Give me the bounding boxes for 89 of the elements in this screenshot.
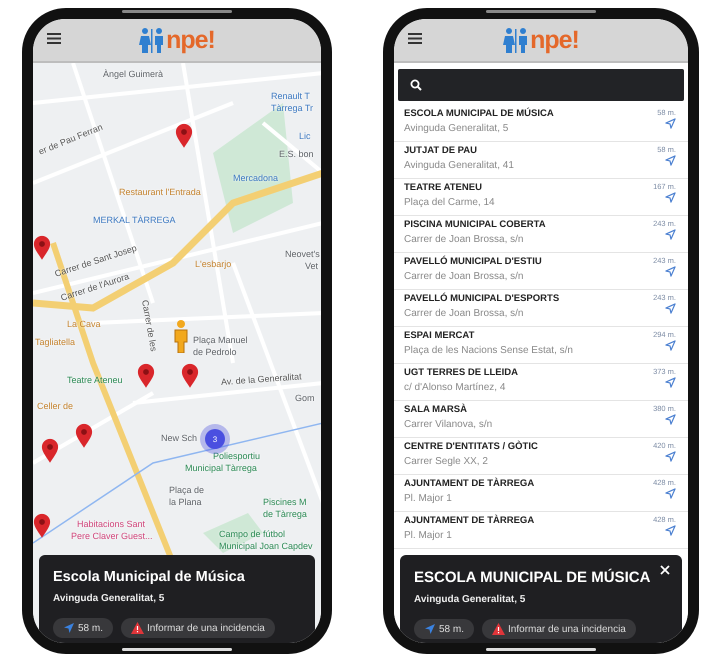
place-address: Avinguda Generalitat, 5 (404, 123, 510, 134)
navigation-icon (665, 525, 676, 536)
map-label: de Tàrrega (263, 509, 307, 519)
map-label: New Sch (161, 433, 198, 443)
place-name: ESCOLA MUNICIPAL DE MÚSICA (404, 108, 555, 119)
place-name: PISCINA MUNICIPAL COBERTA (404, 219, 547, 230)
map-label: Av. de la Generalitat (220, 371, 302, 387)
app-logo: npe! (166, 26, 215, 54)
place-title: Escola Municipal de Música (53, 569, 246, 585)
map-label: Municipal Tàrrega (185, 463, 257, 473)
map-label: Àngel Guimerà (103, 69, 164, 79)
app-logo: npe! (530, 26, 579, 54)
warning-icon (492, 623, 506, 635)
place-name: AJUNTAMENT DE TÀRREGA (404, 515, 536, 526)
map-label: E.S. bon (279, 149, 314, 159)
navigation-icon (665, 414, 676, 425)
map-label: Vet (305, 261, 318, 271)
place-name: ESPAI MERCAT (404, 330, 476, 341)
map-label: Campo de fútbol (219, 529, 286, 539)
place-address: Carrer Vilanova, s/n (404, 419, 494, 430)
place-name: AJUNTAMENT DE TÀRREGA (404, 478, 536, 489)
map-label: Poliesportiu (213, 451, 260, 461)
distance-button[interactable]: 58 m. (414, 619, 474, 639)
place-address: Pl. Major 1 (404, 530, 453, 541)
place-address: Avinguda Generalitat, 41 (404, 160, 515, 171)
place-address: Pl. Major 1 (404, 493, 453, 504)
place-title: ESCOLA MUNICIPAL DE MÚSICA (414, 569, 652, 586)
place-name: CENTRE D'ENTITATS / GÒTIC (404, 441, 539, 452)
search-field[interactable] (398, 69, 684, 101)
people-icon (139, 27, 166, 53)
menu-icon[interactable] (47, 33, 61, 44)
search-icon (410, 79, 422, 91)
map-label: er de Pau Ferran (37, 122, 104, 157)
place-name: SALA MARSÀ (404, 404, 468, 415)
map-label: Pere Claver Guest... (71, 531, 153, 541)
place-address: c/ d'Alonso Martínez, 4 (404, 382, 506, 393)
map-label: Habitacions Sant (77, 519, 146, 529)
map-label: Plaça de (169, 485, 204, 495)
place-name: PAVELLÓ MUNICIPAL D'ESTIU (404, 256, 543, 267)
place-address: Avinguda Generalitat, 5 (53, 593, 166, 604)
map-label: Neovet's (285, 249, 320, 259)
map-label: Tàrrega Tr (271, 103, 314, 113)
place-name: JUTJAT DE PAU (404, 145, 478, 156)
navigation-icon (665, 488, 676, 499)
map-label: Tagliatella (35, 337, 76, 347)
place-name: PAVELLÓ MUNICIPAL D'ESPORTS (404, 293, 560, 304)
navigation-icon (665, 192, 676, 203)
navigation-icon (665, 340, 676, 351)
place-address: Carrer de Joan Brossa, s/n (404, 308, 524, 319)
map-label: Plaça Manuel (193, 335, 248, 345)
place-address: Plaça de les Nacions Sense Estat, s/n (404, 345, 574, 356)
map-label: la Plana (169, 497, 202, 507)
map-label: MERKAL TÀRREGA (93, 215, 176, 225)
map-label: Lic (299, 131, 311, 141)
navigation-icon (665, 303, 676, 314)
navigation-icon (665, 377, 676, 388)
close-icon[interactable] (660, 565, 670, 575)
navigation-icon (665, 451, 676, 462)
people-icon (503, 27, 530, 53)
report-incident-button[interactable]: Informar de una incidencia (121, 618, 275, 638)
map-label: Carrer de les (140, 299, 159, 352)
map-label: Celler de (37, 401, 74, 411)
map-label: Gom (295, 393, 315, 403)
map-label: Mercadona (233, 173, 278, 183)
map-label: Piscines M (263, 497, 307, 507)
person-icon (173, 319, 189, 353)
distance-button[interactable]: 58 m. (53, 618, 114, 638)
navigation-icon (665, 155, 676, 166)
place-name: TEATRE ATENEU (404, 182, 483, 193)
place-address: Carrer de Joan Brossa, s/n (404, 271, 524, 282)
navigation-icon (665, 229, 676, 240)
place-address: Avinguda Generalitat, 5 (414, 594, 526, 605)
navigation-icon (424, 623, 436, 635)
map-label: de Pedrolo (193, 347, 237, 357)
warning-icon (131, 622, 144, 634)
navigation-icon (665, 266, 676, 277)
map-label: Renault T (271, 91, 310, 101)
report-incident-button[interactable]: Informar de una incidencia (482, 619, 636, 639)
cluster-marker[interactable]: 3 (205, 429, 225, 449)
map-label: Municipal Joan Capdev (219, 541, 313, 551)
navigation-icon (63, 622, 75, 634)
map-label: L'esbarjo (195, 259, 232, 269)
navigation-icon (665, 118, 676, 129)
menu-icon[interactable] (408, 33, 422, 44)
place-name: UGT TERRES DE LLEIDA (404, 367, 520, 378)
place-address: Plaça del Carme, 14 (404, 197, 496, 208)
place-address: Carrer de Joan Brossa, s/n (404, 234, 524, 245)
place-address: Carrer Segle XX, 2 (404, 456, 489, 467)
map-label: Restaurant l'Entrada (119, 187, 201, 197)
